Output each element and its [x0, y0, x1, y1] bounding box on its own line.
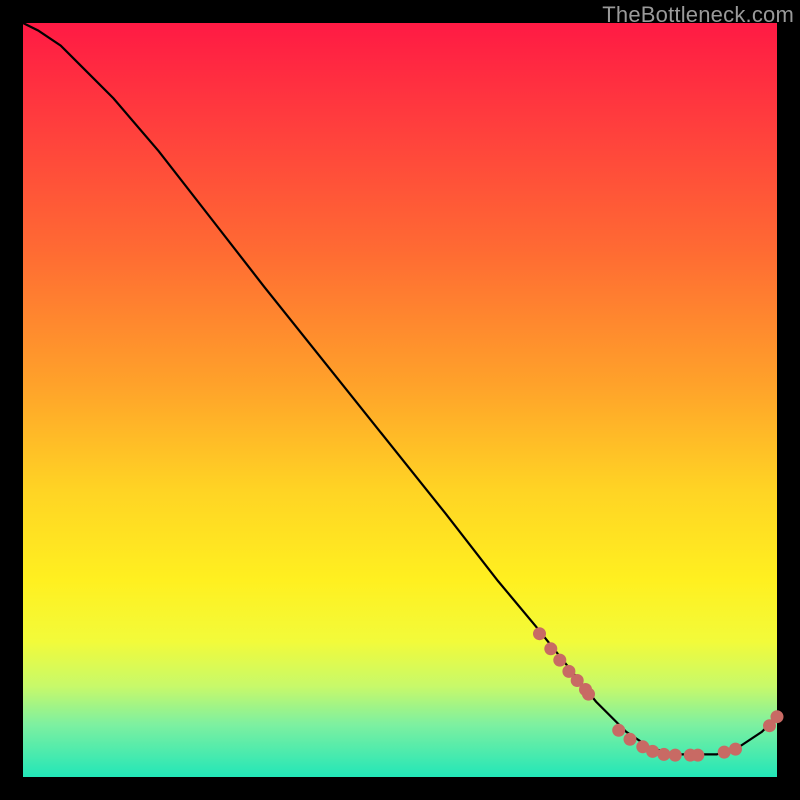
plot-area [23, 23, 777, 777]
data-marker [692, 749, 704, 761]
data-marker [624, 733, 636, 745]
chart-svg [23, 23, 777, 777]
data-marker [613, 724, 625, 736]
data-marker [669, 749, 681, 761]
data-marker [771, 711, 783, 723]
data-marker [647, 745, 659, 757]
data-marker [718, 746, 730, 758]
data-marker [534, 628, 546, 640]
watermark-text: TheBottleneck.com [602, 2, 794, 28]
data-marker [730, 743, 742, 755]
data-marker [658, 748, 670, 760]
data-marker [554, 654, 566, 666]
data-markers [534, 628, 784, 761]
chart-frame: TheBottleneck.com [0, 0, 800, 800]
data-marker [583, 688, 595, 700]
bottleneck-curve [23, 23, 777, 754]
data-marker [545, 643, 557, 655]
